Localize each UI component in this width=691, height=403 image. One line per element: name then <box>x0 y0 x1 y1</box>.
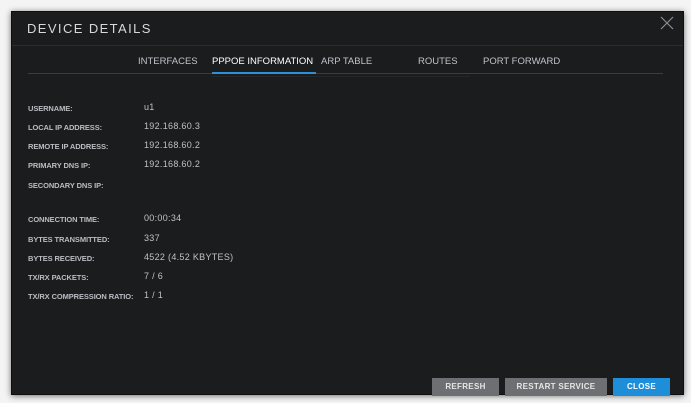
tab-port-forward[interactable]: PORT FORWARD <box>483 56 560 67</box>
txrx-packets-value: 7 / 6 <box>144 271 164 281</box>
bytes-received-value: 4522 (4.52 KBYTES) <box>144 252 234 262</box>
txrx-compression-value: 1 / 1 <box>144 290 164 300</box>
primary-dns-value: 192.168.60.2 <box>144 159 201 169</box>
secondary-dns-label: SECONDARY DNS IP: <box>28 181 104 190</box>
connection-time-value: 00:00:34 <box>144 213 182 223</box>
local-ip-label: LOCAL IP ADDRESS: <box>28 123 103 132</box>
connection-time-label: CONNECTION TIME: <box>28 215 100 224</box>
local-ip-value: 192.168.60.3 <box>144 121 201 131</box>
device-details-dialog: DEVICE DETAILS INTERFACES PPPOE INFORMAT… <box>11 11 684 396</box>
close-button[interactable]: CLOSE <box>613 378 670 396</box>
tab-divider <box>28 73 663 74</box>
restart-service-button[interactable]: RESTART SERVICE <box>505 378 607 396</box>
primary-dns-label: PRIMARY DNS IP: <box>28 161 91 170</box>
username-value: u1 <box>144 102 155 112</box>
refresh-button[interactable]: REFRESH <box>432 378 499 396</box>
bytes-transmitted-value: 337 <box>144 233 160 243</box>
tab-interfaces[interactable]: INTERFACES <box>138 56 198 67</box>
dialog-title: DEVICE DETAILS <box>27 21 152 36</box>
close-x-icon[interactable] <box>657 13 677 33</box>
bytes-transmitted-label: BYTES TRANSMITTED: <box>28 235 110 244</box>
tab-pppoe-information[interactable]: PPPOE INFORMATION <box>212 56 313 67</box>
remote-ip-label: REMOTE IP ADDRESS: <box>28 142 109 151</box>
active-tab-indicator <box>212 72 316 74</box>
title-divider <box>12 45 683 46</box>
bytes-received-label: BYTES RECEIVED: <box>28 254 95 263</box>
tab-arp-table[interactable]: ARP TABLE <box>321 56 372 67</box>
username-label: USERNAME: <box>28 104 73 113</box>
tab-routes[interactable]: ROUTES <box>418 56 458 67</box>
txrx-packets-label: TX/RX PACKETS: <box>28 273 89 282</box>
remote-ip-value: 192.168.60.2 <box>144 140 201 150</box>
tab-shadow-line <box>212 76 470 77</box>
txrx-compression-label: TX/RX COMPRESSION RATIO: <box>28 292 134 301</box>
